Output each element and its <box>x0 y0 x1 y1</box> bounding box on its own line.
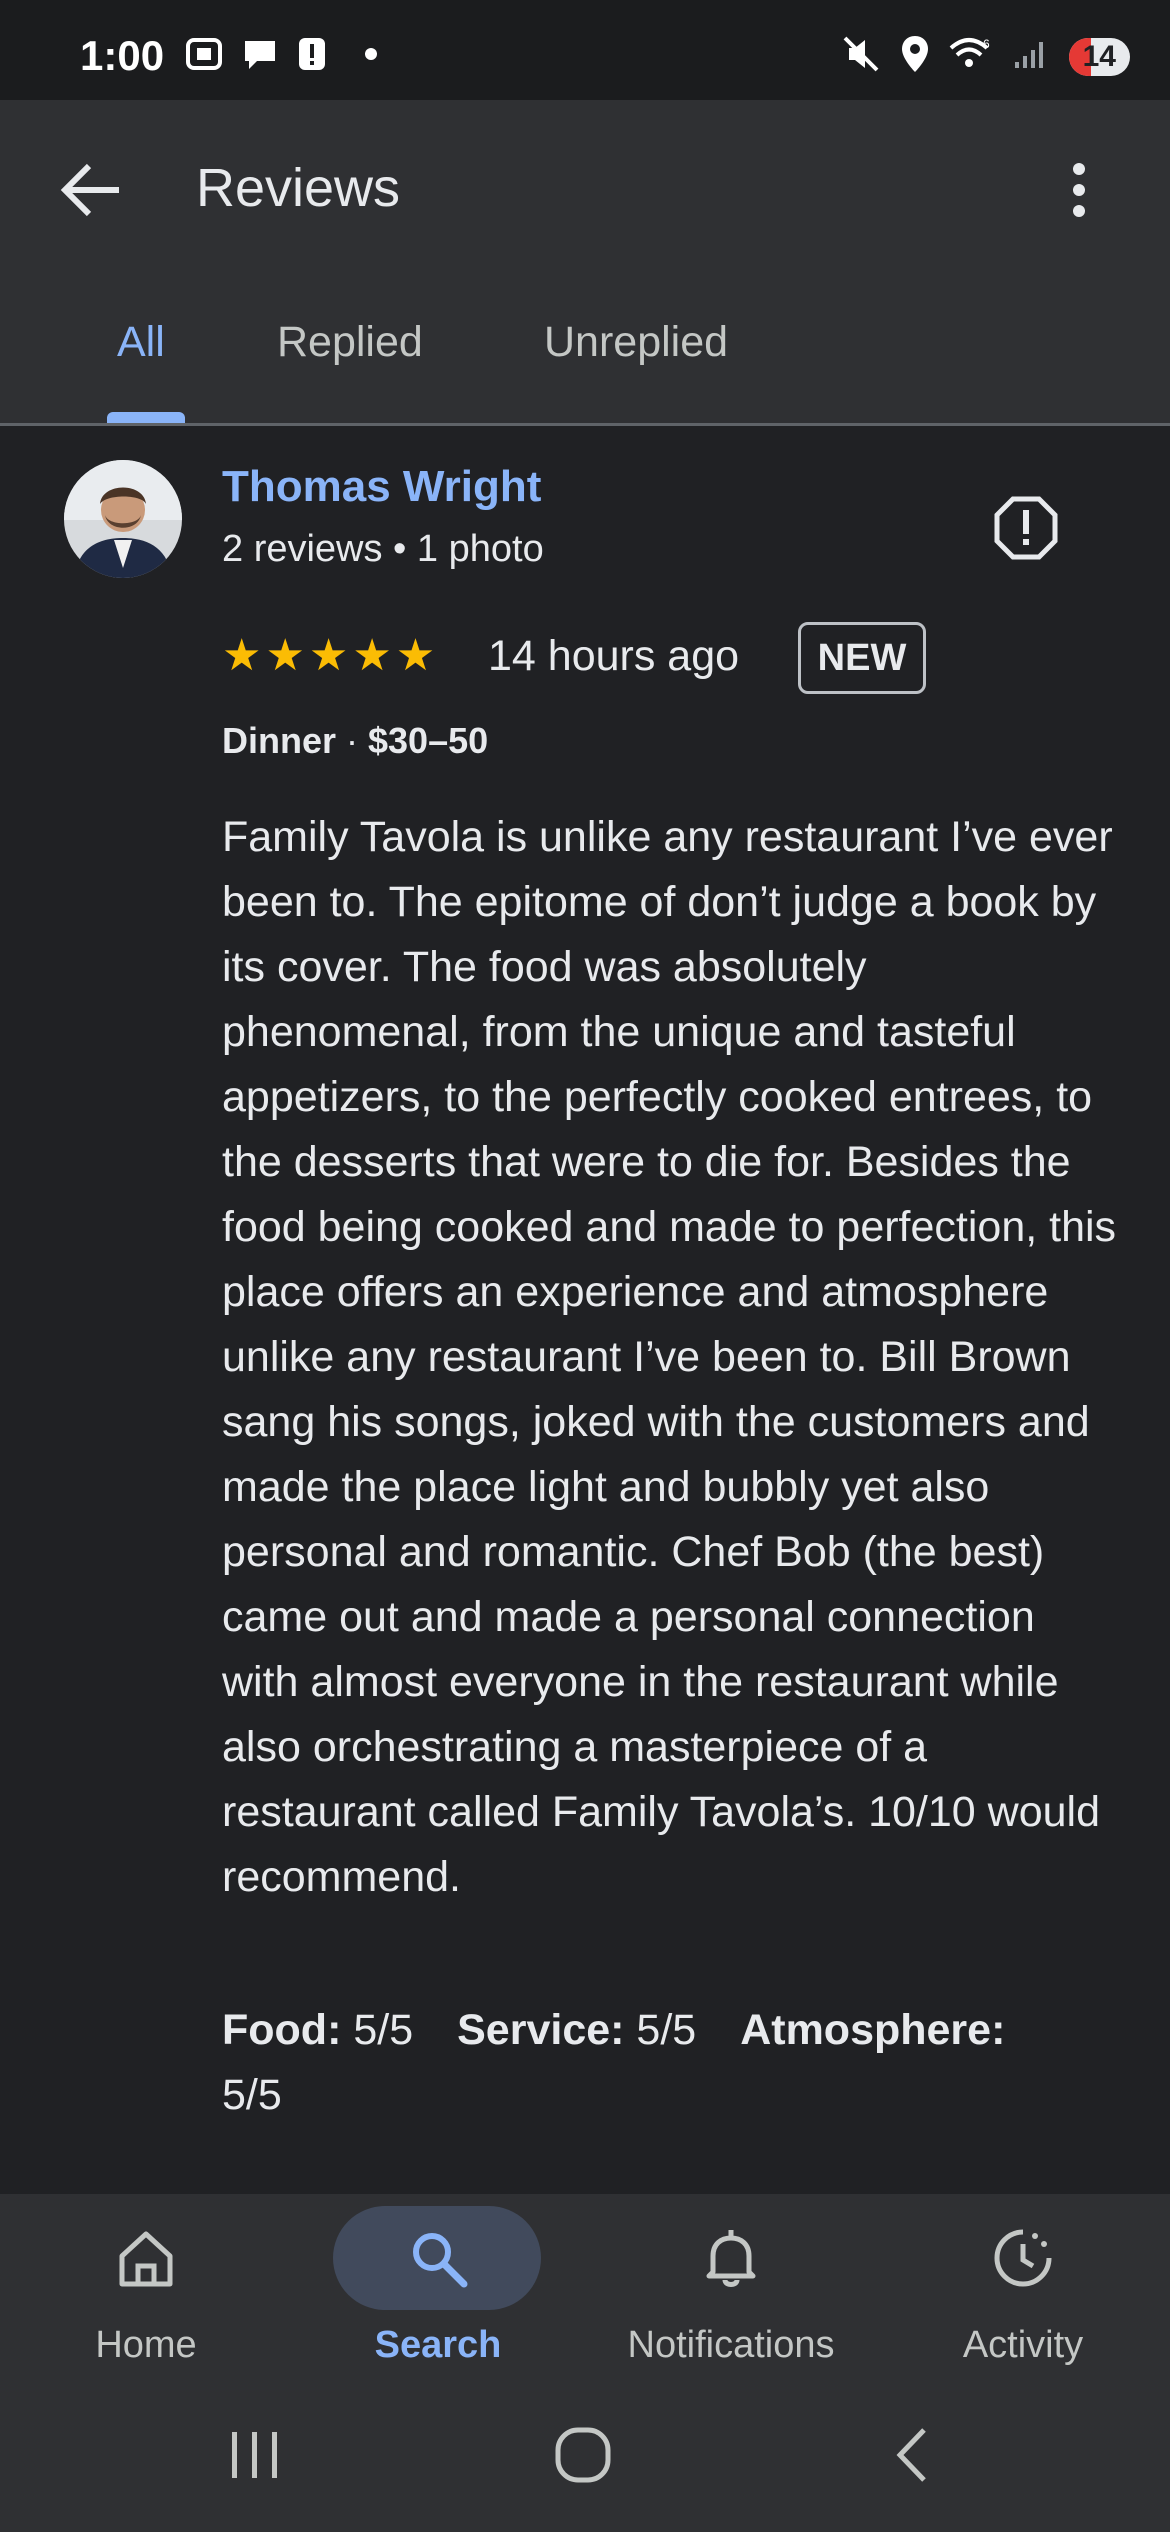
home-circle-icon <box>555 2427 611 2483</box>
meal-info: Dinner · $30–50 <box>222 720 488 762</box>
tab-bar: All Replied Unreplied <box>0 300 1170 425</box>
alert-icon <box>297 36 327 77</box>
nav-notifications-label: Notifications <box>627 2324 835 2366</box>
atmosphere-value: 5/5 <box>222 2071 282 2119</box>
nav-activity[interactable]: Activity <box>903 2206 1143 2386</box>
nav-search-label: Search <box>374 2324 502 2366</box>
nav-home-label: Home <box>95 2324 197 2366</box>
price-range: $30–50 <box>368 720 489 761</box>
chevron-left-icon <box>896 2428 926 2482</box>
recent-apps-icon <box>232 2432 277 2478</box>
avatar[interactable] <box>64 460 182 578</box>
food-value: 5/5 <box>353 2006 414 2054</box>
nav-notifications[interactable]: Notifications <box>611 2206 851 2386</box>
nav-home[interactable]: Home <box>26 2206 266 2386</box>
more-options-button[interactable] <box>1055 155 1103 225</box>
svg-text:6: 6 <box>983 37 990 51</box>
dot-icon <box>345 37 385 76</box>
signal-icon <box>1011 36 1051 77</box>
report-icon <box>994 496 1058 560</box>
review-time: 14 hours ago <box>488 632 740 680</box>
page-title: Reviews <box>196 158 401 218</box>
review-text: Family Tavola is unlike any restaurant I… <box>222 813 1117 1901</box>
mute-icon <box>841 34 881 79</box>
arrow-back-icon <box>60 163 119 217</box>
search-icon <box>413 2233 468 2288</box>
atmosphere-label: Atmosphere: <box>740 2006 1006 2054</box>
more-vertical-icon <box>1073 163 1085 217</box>
wifi-icon: 6 <box>949 36 993 77</box>
reviewer-name[interactable]: Thomas Wright <box>222 462 541 512</box>
service-label: Service: <box>457 2006 625 2054</box>
food-label: Food: <box>222 2006 342 2054</box>
new-badge: NEW <box>798 622 926 694</box>
meal-type: Dinner <box>222 720 337 761</box>
nav-activity-label: Activity <box>962 2324 1084 2366</box>
tab-all[interactable]: All <box>117 318 165 367</box>
back-system-button[interactable] <box>866 2420 956 2490</box>
status-bar: 1:00 6 14 <box>0 0 1170 100</box>
screenshot-icon <box>185 37 223 76</box>
battery-indicator: 14 <box>1068 37 1130 76</box>
back-button[interactable] <box>55 155 135 225</box>
star-rating: ★★★★★ <box>222 631 440 680</box>
service-value: 5/5 <box>636 2006 697 2054</box>
chat-bubble-icon <box>241 37 279 76</box>
battery-level: 14 <box>1082 39 1116 73</box>
tab-unreplied[interactable]: Unreplied <box>544 318 728 367</box>
location-icon <box>899 34 931 79</box>
reviewer-meta: 2 reviews • 1 photo <box>222 528 544 570</box>
recent-apps-button[interactable] <box>210 2420 300 2490</box>
activity-icon <box>994 2229 1052 2287</box>
sub-ratings: Food: 5/5 Service: 5/5 Atmosphere: 5/5 <box>222 1998 1122 2128</box>
home-icon <box>119 2231 173 2287</box>
nav-search[interactable]: Search <box>318 2206 558 2386</box>
tab-replied[interactable]: Replied <box>277 318 423 367</box>
status-time: 1:00 <box>80 32 165 79</box>
bell-icon <box>706 2230 756 2287</box>
home-system-button[interactable] <box>538 2420 628 2490</box>
separator-dot: · <box>346 720 359 761</box>
report-review-button[interactable] <box>993 495 1059 561</box>
